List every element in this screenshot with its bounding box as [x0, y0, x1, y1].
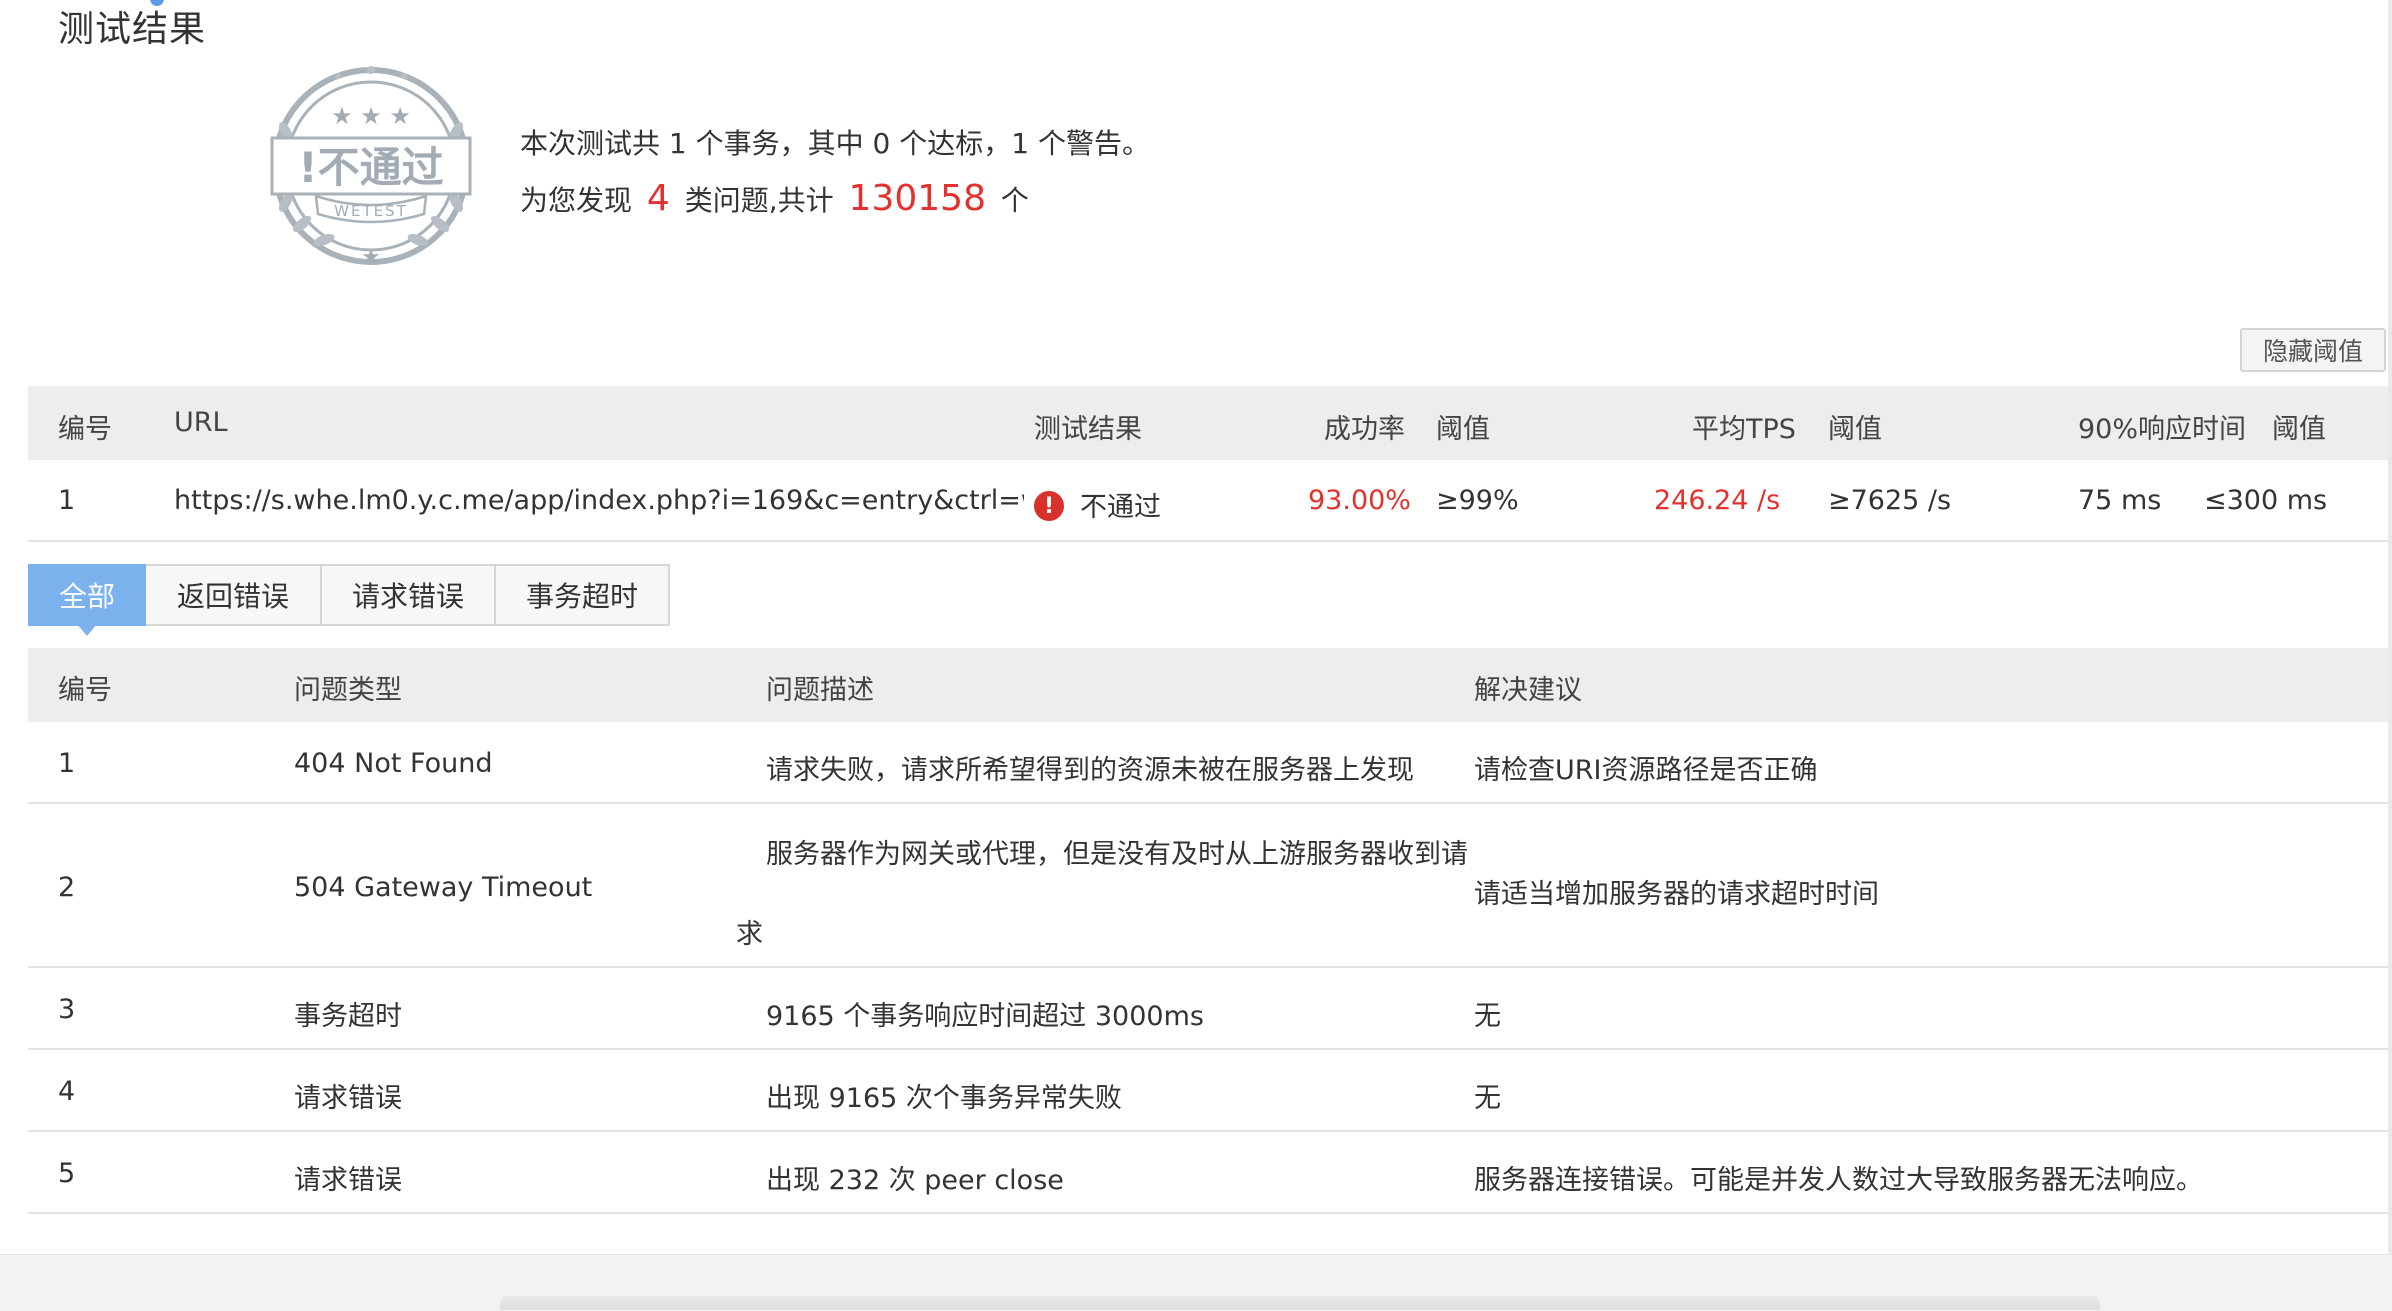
row-index: 4: [58, 1076, 76, 1107]
header-resp-threshold: 阈值: [2272, 414, 2326, 445]
header-index: 编号: [58, 414, 112, 445]
header-success-rate: 成功率: [1324, 414, 1405, 445]
row-suggestion: 无: [1474, 1001, 1501, 1032]
row-index: 1: [58, 748, 76, 779]
row-description-line1: 服务器作为网关或代理，但是没有及时从上游服务器收到请: [766, 839, 1468, 870]
row-suggestion: 请检查URI资源路径是否正确: [1474, 755, 1818, 786]
row-avg-tps: 246.24 /s: [1654, 485, 1781, 516]
row-type: 事务超时: [294, 1001, 402, 1032]
page-right-edge: [2388, 0, 2392, 1254]
row-url[interactable]: https://s.whe.lm0.y.c.me/app/index.php?i…: [174, 485, 1024, 516]
svg-text:★ ★ ★: ★ ★ ★: [331, 102, 411, 130]
row-success-threshold: ≥99%: [1436, 485, 1519, 516]
table-row: 1 404 Not Found 请求失败，请求所希望得到的资源未被在服务器上发现…: [28, 722, 2388, 804]
fail-stamp-icon: ★ ★ ★ ★ !不通过 WETEST: [270, 66, 472, 270]
tab-transaction-timeout[interactable]: 事务超时: [496, 564, 670, 626]
tab-request-error[interactable]: 请求错误: [322, 564, 496, 626]
header-tps-threshold: 阈值: [1828, 414, 1882, 445]
tab-all[interactable]: 全部: [28, 564, 146, 636]
header-success-threshold: 阈值: [1436, 414, 1490, 445]
row-resp90: 75 ms: [2078, 485, 2162, 516]
transaction-row: 1 https://s.whe.lm0.y.c.me/app/index.php…: [28, 460, 2388, 542]
table-row: 5 请求错误 出现 232 次 peer close 服务器连接错误。可能是并发…: [28, 1132, 2388, 1214]
header-description: 问题描述: [766, 675, 874, 706]
header-url: URL: [174, 407, 228, 438]
row-description: 请求失败，请求所希望得到的资源未被在服务器上发现: [766, 755, 1414, 786]
issue-type-count: 4: [646, 178, 670, 219]
header-result: 测试结果: [1034, 414, 1142, 445]
row-suggestion: 无: [1474, 1083, 1501, 1114]
table-row: 4 请求错误 出现 9165 次个事务异常失败 无: [28, 1050, 2388, 1132]
row-suggestion: 服务器连接错误。可能是并发人数过大导致服务器无法响应。: [1474, 1165, 2203, 1196]
summary-line-1: 本次测试共 1 个事务，其中 0 个达标，1 个警告。: [520, 127, 1150, 160]
row-index: 2: [58, 872, 76, 903]
summary-line-2: 为您发现 4 类问题,共计 130158 个: [520, 178, 1029, 219]
row-type: 504 Gateway Timeout: [294, 872, 593, 903]
issue-total-count: 130158: [848, 178, 986, 219]
summary-middle: 类问题,共计: [684, 184, 834, 217]
row-success-rate: 93.00%: [1308, 485, 1411, 516]
row-index: 5: [58, 1158, 76, 1189]
transaction-table-header: 编号 URL 测试结果 成功率 阈值 平均TPS 阈值 90%响应时间 阈值: [28, 386, 2388, 460]
stamp-brand: WETEST: [334, 202, 408, 220]
svg-text:★: ★: [361, 245, 381, 270]
row-type: 404 Not Found: [294, 748, 493, 779]
tab-return-error[interactable]: 返回错误: [146, 564, 322, 626]
stamp-text: !不通过: [298, 143, 443, 192]
footer-shadow: [500, 1296, 2100, 1310]
header-suggestion: 解决建议: [1474, 675, 1582, 706]
row-tps-threshold: ≥7625 /s: [1828, 485, 1952, 516]
row-description-line2: 求: [736, 919, 763, 950]
header-avg-tps: 平均TPS: [1692, 414, 1796, 445]
section-title: 测试结果: [58, 9, 207, 50]
row-index: 3: [58, 994, 76, 1025]
header-index: 编号: [58, 675, 112, 706]
row-suggestion: 请适当增加服务器的请求超时时间: [1474, 879, 1879, 910]
row-type: 请求错误: [294, 1083, 402, 1114]
summary-suffix: 个: [1000, 184, 1029, 217]
header-type: 问题类型: [294, 675, 402, 706]
hide-threshold-button[interactable]: 隐藏阈值: [2240, 328, 2386, 372]
problem-filter-tabs: 全部 返回错误 请求错误 事务超时: [28, 564, 670, 636]
table-row: 3 事务超时 9165 个事务响应时间超过 3000ms 无: [28, 968, 2388, 1050]
summary-prefix: 为您发现: [520, 184, 633, 217]
row-index: 1: [58, 485, 76, 516]
row-type: 请求错误: [294, 1165, 402, 1196]
row-resp-threshold: ≤300 ms: [2204, 485, 2328, 516]
header-resp90: 90%响应时间: [2078, 414, 2247, 445]
row-description: 出现 232 次 peer close: [766, 1165, 1064, 1196]
fail-alert-icon: !: [1034, 491, 1064, 521]
row-result: 不通过: [1080, 492, 1161, 523]
problem-table-header: 编号 问题类型 问题描述 解决建议: [28, 648, 2388, 722]
table-row: 2 504 Gateway Timeout 服务器作为网关或代理，但是没有及时从…: [28, 804, 2388, 968]
row-description: 9165 个事务响应时间超过 3000ms: [766, 1001, 1204, 1032]
row-description: 出现 9165 次个事务异常失败: [766, 1083, 1122, 1114]
